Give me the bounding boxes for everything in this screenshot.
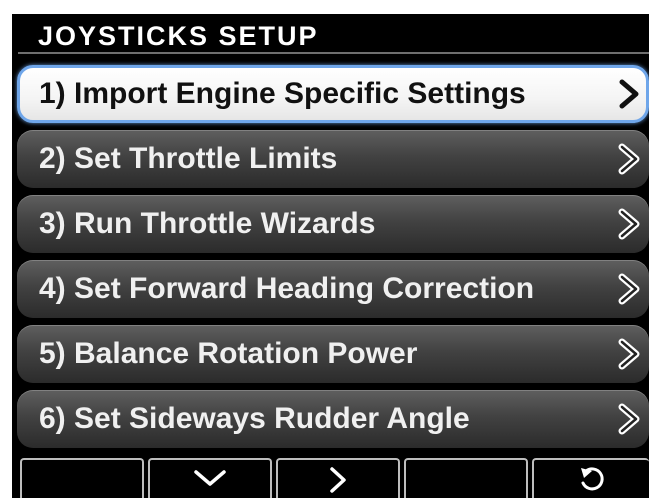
softkey-1[interactable] [20,458,144,498]
chevron-right-icon [618,403,640,435]
menu-item-forward-heading-correction[interactable]: 4) Set Forward Heading Correction [17,260,649,318]
softkey-down[interactable] [148,458,272,498]
menu-item-set-throttle-limits[interactable]: 2) Set Throttle Limits [17,130,649,188]
chevron-right-icon [618,273,640,305]
menu-item-label: 1) Import Engine Specific Settings [39,77,526,110]
chevron-right-icon [618,208,640,240]
menu-item-run-throttle-wizards[interactable]: 3) Run Throttle Wizards [17,195,649,253]
chevron-right-icon [619,79,639,109]
display-screen: JOYSTICKS SETUP 1) Import Engine Specifi… [12,14,649,498]
chevron-right-icon [618,338,640,370]
chevron-down-icon [194,470,226,486]
softkey-select[interactable] [276,458,400,498]
menu-item-label: 3) Run Throttle Wizards [39,207,376,240]
chevron-right-icon [618,143,640,175]
menu-item-sideways-rudder-angle[interactable]: 6) Set Sideways Rudder Angle [17,390,649,448]
softkey-bar [12,458,649,498]
return-icon [580,467,604,491]
title-bar: JOYSTICKS SETUP [18,18,649,54]
menu-item-label: 5) Balance Rotation Power [39,337,418,370]
chevron-right-icon [330,467,346,493]
softkey-4[interactable] [404,458,528,498]
menu-item-import-engine-settings[interactable]: 1) Import Engine Specific Settings [17,65,649,123]
menu-item-label: 6) Set Sideways Rudder Angle [39,402,470,435]
menu-item-label: 2) Set Throttle Limits [39,142,338,175]
page-title: JOYSTICKS SETUP [38,21,319,51]
softkey-back[interactable] [532,458,649,498]
menu-item-label: 4) Set Forward Heading Correction [39,272,535,305]
menu-item-balance-rotation-power[interactable]: 5) Balance Rotation Power [17,325,649,383]
